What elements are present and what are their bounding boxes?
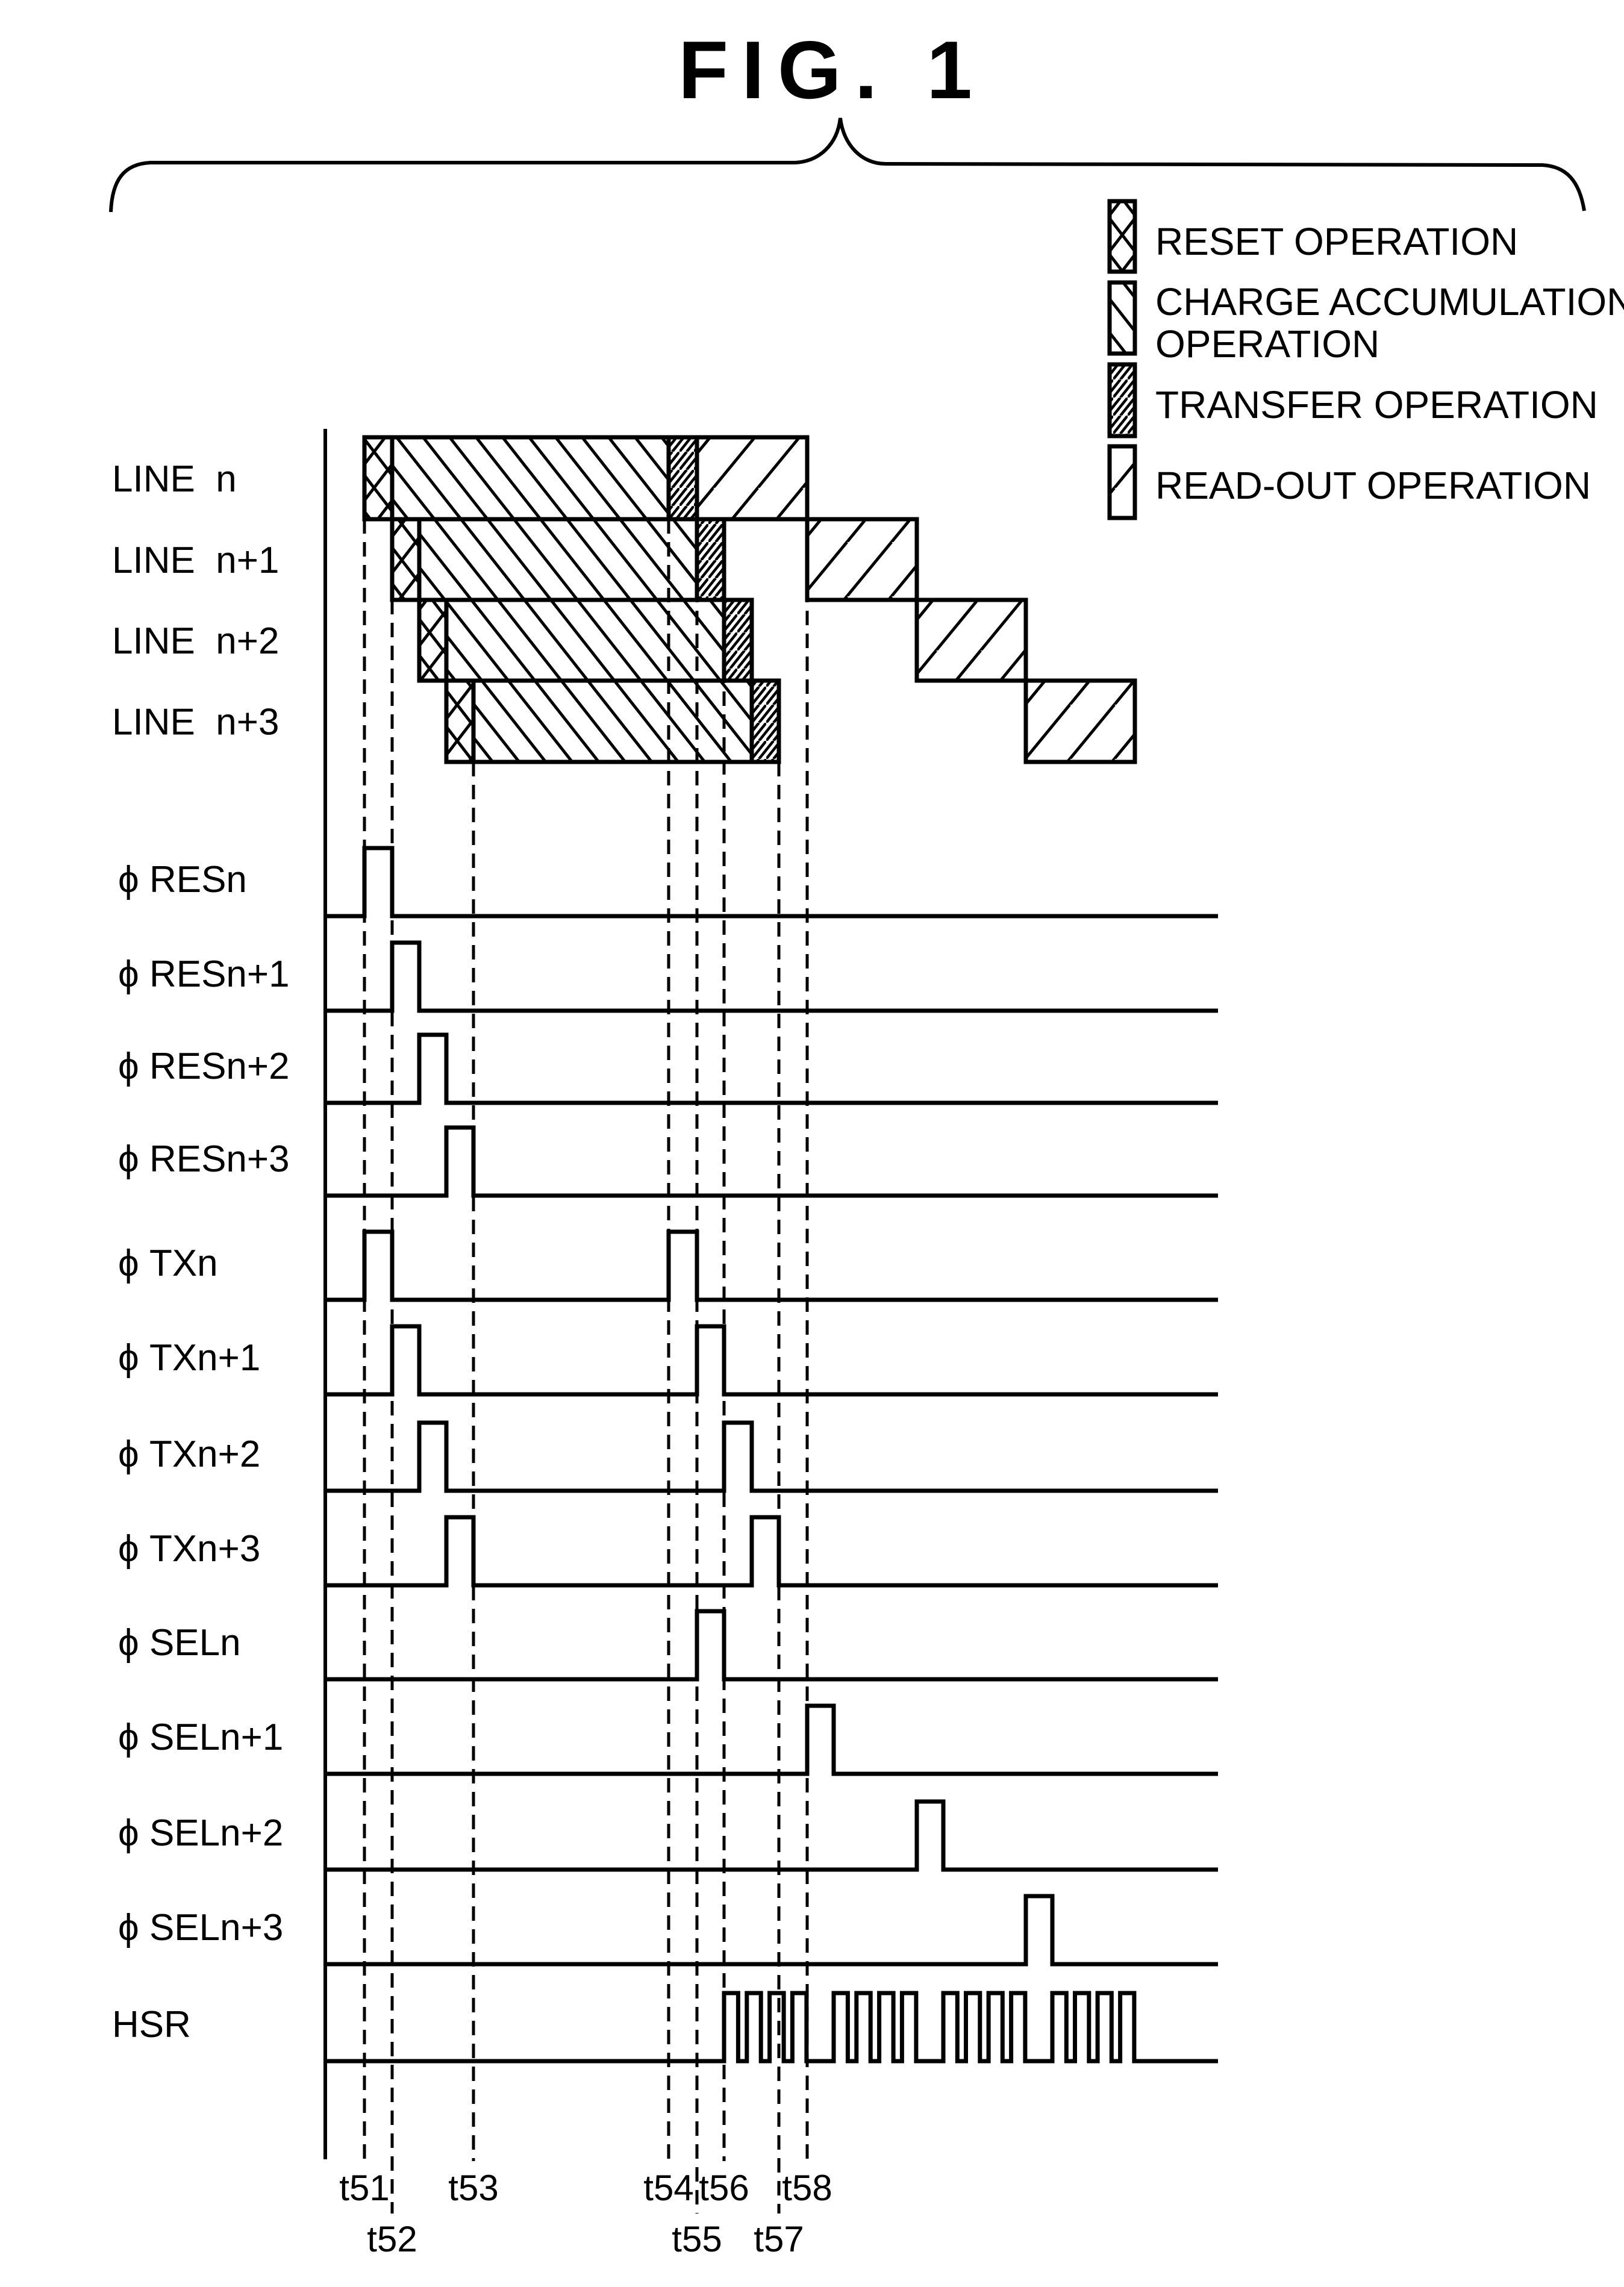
signal-label: ϕ TXn+1 <box>118 1337 260 1379</box>
accumulation-segment <box>444 597 726 683</box>
accumulation-swatch <box>1107 280 1137 356</box>
readout-swatch <box>1107 444 1137 520</box>
readout-segment <box>695 435 810 522</box>
line-label: LINE n+2 <box>112 620 279 662</box>
waveform-SELn-plus-3 <box>325 1894 1218 1967</box>
line-label: LINE n+1 <box>112 540 279 581</box>
signal-label: ϕ RESn+3 <box>118 1138 290 1180</box>
signal-label: ϕ TXn <box>118 1243 218 1284</box>
time-label-t56: t56 <box>699 2168 749 2208</box>
legend-label: READ-OUT OPERATION <box>1155 464 1591 507</box>
line-row <box>362 435 810 522</box>
transfer-segment <box>695 517 726 602</box>
accumulation-segment <box>471 678 754 764</box>
waveform-TXn-plus-2 <box>325 1420 1218 1493</box>
time-label-t51: t51 <box>339 2168 389 2208</box>
timing-diagram: FIG. 1 RESET OPERATION CHARGE ACCUMULATIO… <box>109 24 1624 2259</box>
waveform-RESn-plus-2 <box>325 1032 1218 1105</box>
transfer-segment <box>749 678 781 764</box>
waveform-RESn-plus-1 <box>325 940 1218 1013</box>
waveform-SELn-plus-1 <box>325 1703 1218 1776</box>
line-label: LINE n <box>112 458 237 500</box>
line-row <box>390 517 919 602</box>
line-row <box>444 678 1137 764</box>
signal-label: ϕ RESn+1 <box>118 953 290 995</box>
transfer-segment <box>722 597 754 683</box>
signal-label: ϕ SELn+2 <box>118 1812 283 1854</box>
legend: RESET OPERATION CHARGE ACCUMULATIONOPERAT… <box>1107 199 1624 520</box>
waveform-SELn <box>325 1609 1218 1682</box>
time-label-t53: t53 <box>448 2168 498 2208</box>
signal-label: HSR <box>112 2004 191 2045</box>
accumulation-segment <box>417 517 699 602</box>
time-label-t57: t57 <box>754 2219 804 2259</box>
legend-item-readout: READ-OUT OPERATION <box>1107 444 1591 520</box>
reset-segment <box>444 678 476 764</box>
transfer-segment <box>666 435 699 522</box>
signal-label: ϕ SELn+3 <box>118 1907 283 1948</box>
accumulation-segment <box>390 435 671 522</box>
figure-title: FIG. 1 <box>678 24 985 116</box>
signal-label: ϕ RESn <box>118 859 247 900</box>
waveform-HSR <box>325 1991 1218 2064</box>
waveform-TXn-plus-1 <box>325 1324 1218 1397</box>
transfer-swatch <box>1107 362 1137 438</box>
reset-segment <box>390 517 422 602</box>
reset-swatch <box>1107 199 1137 274</box>
time-label-t52: t52 <box>367 2219 417 2259</box>
line-label: LINE n+3 <box>112 702 279 743</box>
signal-label: ϕ SELn <box>118 1622 241 1664</box>
legend-label: OPERATION <box>1155 322 1379 366</box>
time-label-t55: t55 <box>672 2219 722 2259</box>
waveform-TXn-plus-3 <box>325 1515 1218 1588</box>
legend-item-reset: RESET OPERATION <box>1107 199 1518 274</box>
waveform-TXn <box>325 1229 1218 1302</box>
signal-label: ϕ TXn+3 <box>118 1528 260 1570</box>
legend-label: TRANSFER OPERATION <box>1155 383 1598 426</box>
time-labels: t51 t52 t53 t54 t55 t56t57 t58 <box>339 2168 832 2259</box>
waveform-SELn-plus-2 <box>325 1799 1218 1872</box>
readout-segment <box>914 597 1028 683</box>
legend-label: RESET OPERATION <box>1155 220 1518 263</box>
legend-label: CHARGE ACCUMULATION <box>1155 280 1624 323</box>
waveform-RESn <box>325 846 1218 919</box>
line-operation-bars <box>362 435 1137 764</box>
time-label-t58: t58 <box>782 2168 832 2208</box>
figure-brace <box>109 117 1586 213</box>
legend-item-accumulation: CHARGE ACCUMULATIONOPERATION <box>1107 280 1624 366</box>
signal-waveforms <box>325 846 1218 2064</box>
readout-segment <box>805 517 919 602</box>
legend-item-transfer: TRANSFER OPERATION <box>1107 362 1598 438</box>
row-labels: LINE n LINE n+1 LINE n+2 LINE n+3 ϕ RESn ϕ RE… <box>112 458 290 2045</box>
time-guide-lines <box>363 519 809 2214</box>
reset-segment <box>417 597 449 683</box>
signal-label: ϕ SELn+1 <box>118 1717 283 1758</box>
signal-label: ϕ RESn+2 <box>118 1046 290 1087</box>
time-label-t54: t54 <box>643 2168 693 2208</box>
reset-segment <box>362 435 395 522</box>
signal-label: ϕ TXn+2 <box>118 1434 260 1475</box>
waveform-RESn-plus-3 <box>325 1125 1218 1198</box>
readout-segment <box>1023 678 1137 764</box>
